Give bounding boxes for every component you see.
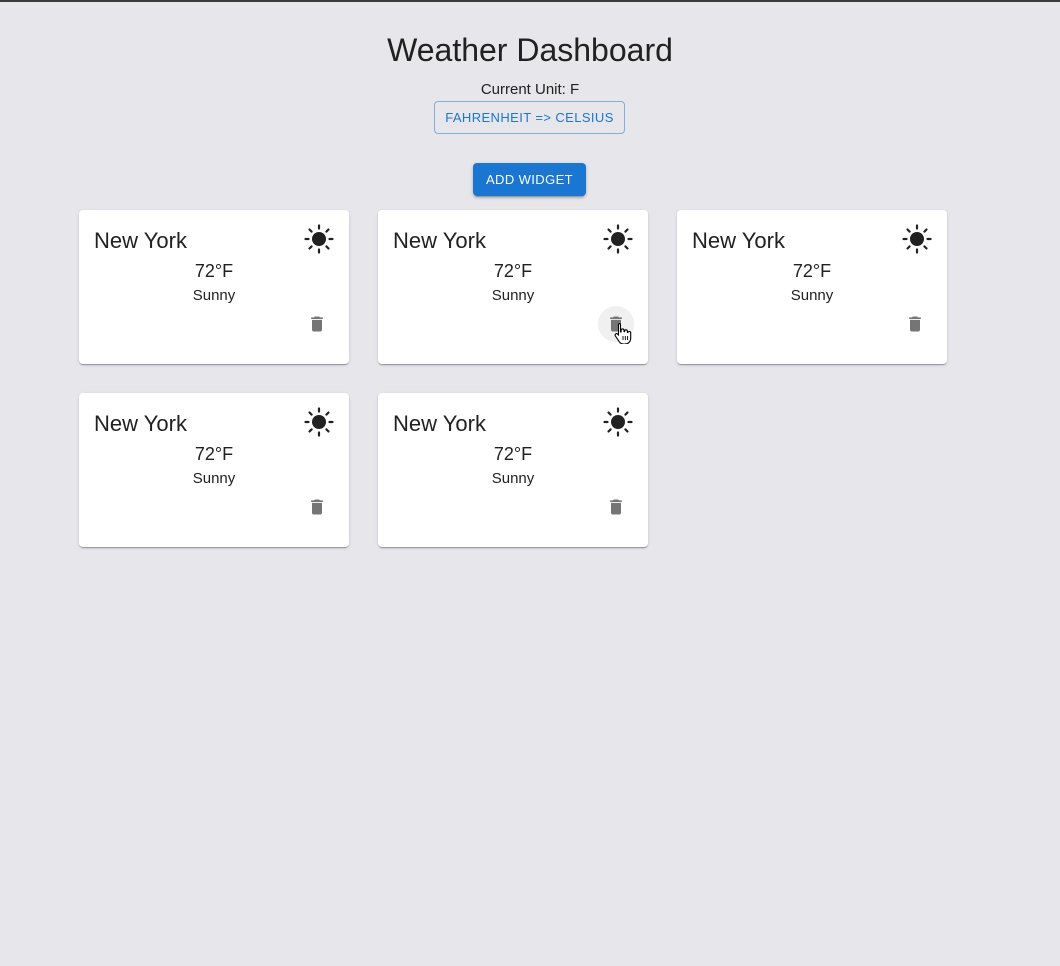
weather-condition: Sunny (491, 287, 535, 304)
sun-icon (603, 224, 633, 254)
weather-widget-card: New York 72°F Sunny (378, 393, 648, 547)
city-name: New York (94, 411, 187, 436)
weather-condition: Sunny (790, 287, 834, 304)
add-widget-button[interactable]: ADD WIDGET (473, 163, 586, 196)
temperature: 72°F (493, 261, 533, 281)
trash-icon (311, 499, 323, 515)
delete-widget-button[interactable] (598, 489, 634, 525)
sun-icon (304, 224, 334, 254)
city-name: New York (393, 411, 486, 436)
trash-icon (610, 499, 622, 515)
delete-widget-button[interactable] (299, 489, 335, 525)
trash-icon (311, 316, 323, 332)
weather-widget-card: New York 72°F Sunny (378, 210, 648, 364)
current-unit-label: Current Unit: F (480, 81, 580, 98)
weather-condition: Sunny (491, 470, 535, 487)
sun-icon (603, 407, 633, 437)
city-name: New York (94, 228, 187, 253)
weather-condition: Sunny (192, 470, 236, 487)
trash-icon (610, 316, 622, 332)
sun-icon (902, 224, 932, 254)
temperature: 72°F (493, 444, 533, 464)
temperature: 72°F (194, 261, 234, 281)
weather-widget-card: New York 72°F Sunny (79, 393, 349, 547)
weather-widget-card: New York 72°F Sunny (79, 210, 349, 364)
delete-widget-button[interactable] (598, 306, 634, 342)
page-title: Weather Dashboard (387, 32, 673, 68)
delete-widget-button[interactable] (897, 306, 933, 342)
temperature: 72°F (194, 444, 234, 464)
delete-widget-button[interactable] (299, 306, 335, 342)
trash-icon (909, 316, 921, 332)
city-name: New York (393, 228, 486, 253)
city-name: New York (692, 228, 785, 253)
weather-condition: Sunny (192, 287, 236, 304)
weather-widget-card: New York 72°F Sunny (677, 210, 947, 364)
unit-toggle-button[interactable]: FAHRENHEIT => CELSIUS (434, 101, 625, 134)
widget-grid: New York 72°F Sunny New York 72°F Sunny … (79, 210, 979, 547)
sun-icon (304, 407, 334, 437)
temperature: 72°F (792, 261, 832, 281)
